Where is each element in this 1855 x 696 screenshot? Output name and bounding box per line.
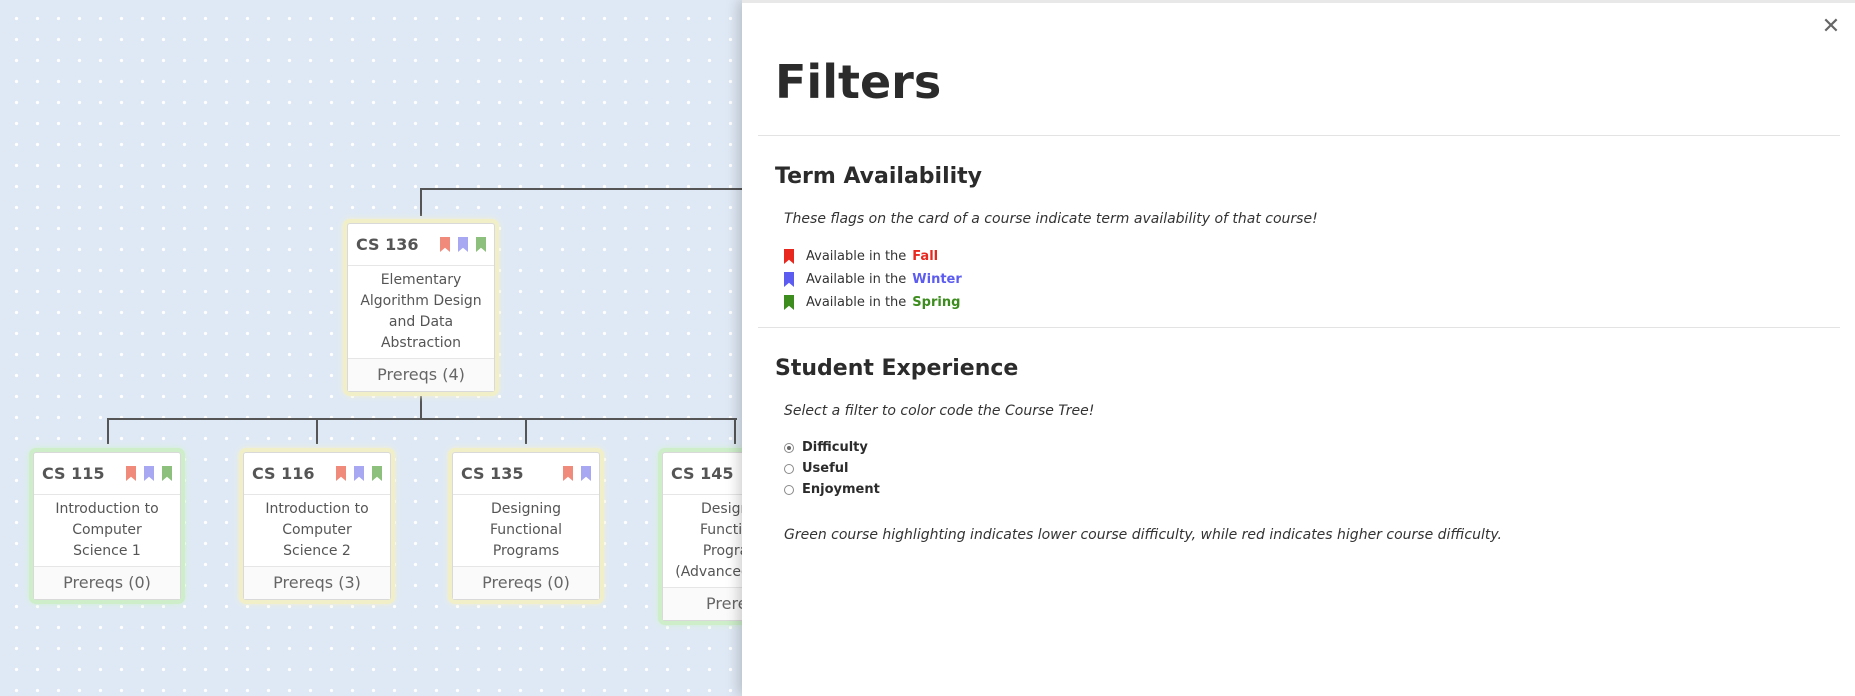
radio-useful[interactable]: Useful — [784, 461, 848, 476]
close-icon[interactable]: ✕ — [1821, 16, 1841, 38]
course-title: Designing Functional Programs (Advanced … — [663, 495, 745, 588]
course-code: CS 116 — [252, 464, 315, 483]
term-availability-heading: Term Availability — [775, 164, 983, 189]
student-experience-heading: Student Experience — [775, 356, 1019, 381]
term-flags — [563, 466, 591, 481]
fall-flag-icon — [563, 466, 573, 481]
tree-connector — [525, 418, 527, 444]
tree-connector — [420, 188, 422, 216]
course-card-cs136[interactable]: CS 136 Elementary Algorithm Design and D… — [347, 223, 495, 392]
legend-spring: Available in the Spring — [784, 295, 960, 310]
tree-connector — [107, 418, 109, 444]
spring-flag-icon — [372, 466, 382, 481]
course-card-cs116[interactable]: CS 116 Introduction to Computer Science … — [243, 452, 391, 600]
spring-flag-icon — [476, 237, 486, 252]
spring-flag-icon — [784, 295, 794, 310]
radio-button[interactable] — [784, 484, 794, 495]
experience-note: Select a filter to color code the Course… — [784, 403, 1095, 419]
course-code: CS 115 — [42, 464, 105, 483]
course-code: CS 145 — [671, 464, 734, 483]
course-title: Introduction to Computer Science 1 — [34, 495, 180, 567]
term-flags — [440, 237, 486, 252]
tree-connector — [107, 418, 737, 420]
difficulty-legend: Green course highlighting indicates lowe… — [784, 527, 1502, 543]
prereqs-button[interactable]: Prereqs (4) — [348, 359, 494, 391]
filters-panel: ✕ Filters Term Availability These flags … — [742, 0, 1855, 696]
divider — [758, 327, 1840, 328]
spring-flag-icon — [162, 466, 172, 481]
prereqs-button[interactable]: Prereqs (0) — [34, 567, 180, 599]
card-header: CS 116 — [244, 453, 390, 495]
winter-flag-icon — [458, 237, 468, 252]
term-spring: Spring — [912, 295, 961, 310]
term-note: These flags on the card of a course indi… — [784, 211, 1318, 227]
radio-difficulty[interactable]: Difficulty — [784, 440, 868, 455]
legend-prefix: Available in the — [806, 249, 907, 264]
term-flags — [336, 466, 382, 481]
radio-label: Enjoyment — [802, 482, 880, 497]
fall-flag-icon — [440, 237, 450, 252]
course-title: Introduction to Computer Science 2 — [244, 495, 390, 567]
legend-fall: Available in the Fall — [784, 249, 938, 264]
course-title: Elementary Algorithm Design and Data Abs… — [348, 266, 494, 359]
course-card-cs135[interactable]: CS 135 Designing Functional Programs Pre… — [452, 452, 600, 600]
card-header: CS 145 — [663, 453, 745, 495]
radio-button[interactable] — [784, 463, 794, 474]
fall-flag-icon — [784, 249, 794, 264]
tree-connector — [316, 418, 318, 444]
prereqs-button[interactable]: Prereqs — [663, 588, 745, 620]
fall-flag-icon — [336, 466, 346, 481]
term-fall: Fall — [912, 249, 939, 264]
radio-label: Useful — [802, 461, 849, 476]
tree-connector — [420, 393, 422, 419]
term-flags — [126, 466, 172, 481]
prereqs-button[interactable]: Prereqs (3) — [244, 567, 390, 599]
legend-winter: Available in the Winter — [784, 272, 962, 287]
term-winter: Winter — [912, 272, 962, 287]
card-header: CS 115 — [34, 453, 180, 495]
card-header: CS 136 — [348, 224, 494, 266]
course-code: CS 136 — [356, 235, 419, 254]
course-tree-canvas[interactable]: CS 136 Elementary Algorithm Design and D… — [0, 0, 745, 696]
winter-flag-icon — [144, 466, 154, 481]
radio-button-selected[interactable] — [784, 442, 794, 453]
radio-label: Difficulty — [802, 440, 868, 455]
legend-prefix: Available in the — [806, 295, 907, 310]
course-card-cs145[interactable]: CS 145 Designing Functional Programs (Ad… — [662, 452, 745, 621]
winter-flag-icon — [581, 466, 591, 481]
legend-prefix: Available in the — [806, 272, 907, 287]
divider — [758, 135, 1840, 136]
course-title: Designing Functional Programs — [453, 495, 599, 567]
winter-flag-icon — [784, 272, 794, 287]
course-code: CS 135 — [461, 464, 524, 483]
tree-connector — [734, 418, 736, 444]
prereqs-button[interactable]: Prereqs (0) — [453, 567, 599, 599]
winter-flag-icon — [354, 466, 364, 481]
card-header: CS 135 — [453, 453, 599, 495]
tree-connector — [420, 188, 745, 190]
radio-enjoyment[interactable]: Enjoyment — [784, 482, 880, 497]
panel-title: Filters — [775, 55, 942, 109]
fall-flag-icon — [126, 466, 136, 481]
course-card-cs115[interactable]: CS 115 Introduction to Computer Science … — [33, 452, 181, 600]
